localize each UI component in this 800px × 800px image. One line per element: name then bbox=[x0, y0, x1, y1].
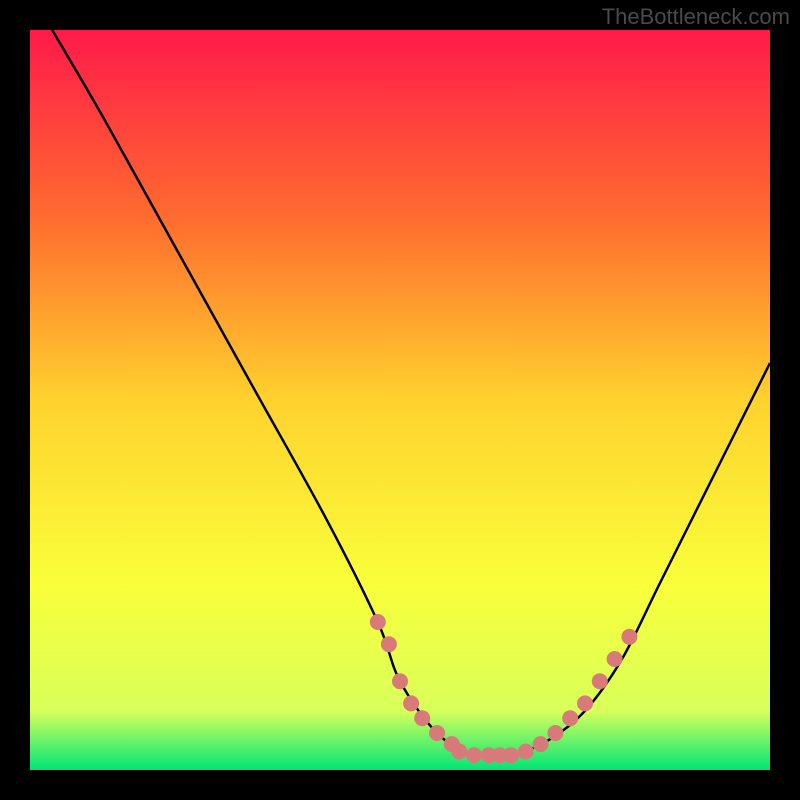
data-point-marker bbox=[381, 636, 397, 652]
data-point-marker bbox=[533, 736, 549, 752]
data-point-marker bbox=[466, 747, 482, 763]
bottleneck-chart bbox=[30, 30, 770, 770]
attribution-text: TheBottleneck.com bbox=[602, 4, 790, 30]
data-point-marker bbox=[592, 673, 608, 689]
data-point-marker bbox=[607, 651, 623, 667]
data-point-marker bbox=[547, 725, 563, 741]
gradient-background bbox=[30, 30, 770, 770]
data-point-marker bbox=[429, 725, 445, 741]
data-point-marker bbox=[503, 747, 519, 763]
chart-plot-area bbox=[30, 30, 770, 770]
data-point-marker bbox=[403, 695, 419, 711]
data-point-marker bbox=[370, 614, 386, 630]
data-point-marker bbox=[621, 629, 637, 645]
data-point-marker bbox=[451, 744, 467, 760]
data-point-marker bbox=[577, 695, 593, 711]
data-point-marker bbox=[518, 744, 534, 760]
data-point-marker bbox=[392, 673, 408, 689]
data-point-marker bbox=[414, 710, 430, 726]
data-point-marker bbox=[562, 710, 578, 726]
